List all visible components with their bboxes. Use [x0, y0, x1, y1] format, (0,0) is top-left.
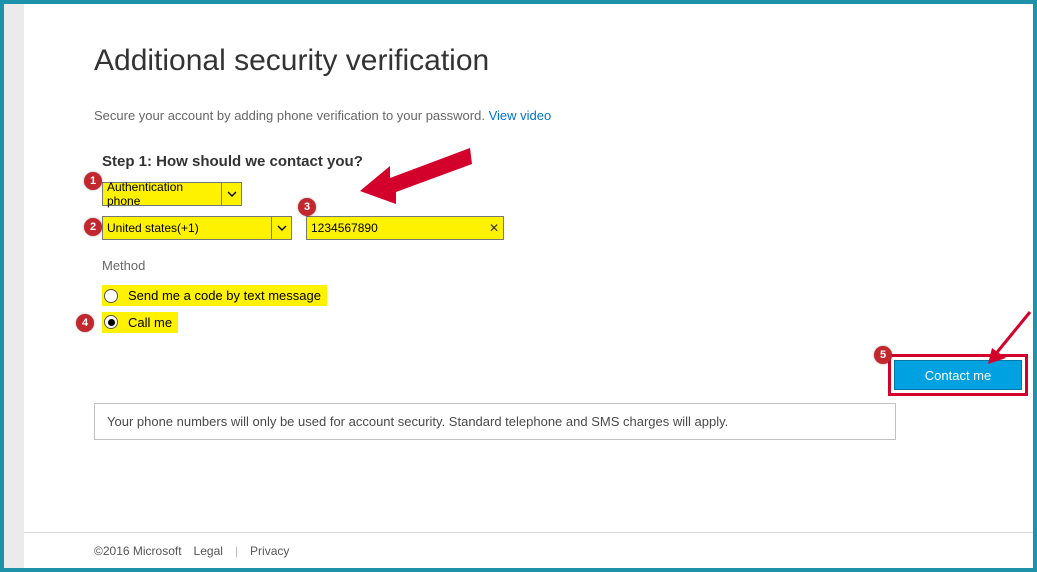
- contact-me-button[interactable]: Contact me: [894, 360, 1022, 390]
- footer-separator: |: [235, 544, 238, 558]
- annotation-badge-5: 5: [874, 346, 892, 364]
- chevron-down-icon: [271, 217, 291, 239]
- footer-privacy-link[interactable]: Privacy: [250, 544, 289, 558]
- auth-method-select[interactable]: Authentication phone: [102, 182, 242, 206]
- annotation-arrow-icon: [988, 308, 1037, 364]
- annotation-badge-2: 2: [84, 218, 102, 236]
- footer-copyright: ©2016 Microsoft: [94, 544, 182, 558]
- phone-number-input[interactable]: 1234567890 ✕: [306, 216, 504, 240]
- page-footer: ©2016 Microsoft Legal | Privacy: [24, 532, 1033, 568]
- chevron-down-icon: [221, 183, 241, 205]
- annotation-badge-4: 4: [76, 314, 94, 332]
- radio-call-me-label: Call me: [128, 315, 172, 330]
- radio-icon: [104, 315, 118, 329]
- radio-icon: [104, 289, 118, 303]
- country-code-value: United states(+1): [107, 221, 199, 235]
- radio-call-me-row[interactable]: Call me: [102, 312, 178, 333]
- view-video-link[interactable]: View video: [489, 108, 552, 123]
- left-gutter: [4, 4, 24, 568]
- radio-text-message-row[interactable]: Send me a code by text message: [102, 285, 327, 306]
- security-notice: Your phone numbers will only be used for…: [94, 403, 896, 440]
- annotation-badge-1: 1: [84, 172, 102, 190]
- annotation-arrow-icon: [360, 146, 480, 216]
- page-subtitle: Secure your account by adding phone veri…: [94, 108, 963, 123]
- footer-legal-link[interactable]: Legal: [194, 544, 223, 558]
- annotation-badge-3: 3: [298, 198, 316, 216]
- radio-text-message-label: Send me a code by text message: [128, 288, 321, 303]
- page-content: Additional security verification Secure …: [24, 4, 1033, 568]
- subtitle-text: Secure your account by adding phone veri…: [94, 108, 489, 123]
- clear-input-icon[interactable]: ✕: [489, 221, 499, 235]
- auth-method-value: Authentication phone: [107, 180, 219, 208]
- step-1-heading: Step 1: How should we contact you?: [102, 153, 963, 170]
- phone-number-value: 1234567890: [311, 221, 378, 235]
- country-code-select[interactable]: United states(+1): [102, 216, 292, 240]
- method-label: Method: [102, 258, 963, 273]
- page-title: Additional security verification: [94, 44, 963, 78]
